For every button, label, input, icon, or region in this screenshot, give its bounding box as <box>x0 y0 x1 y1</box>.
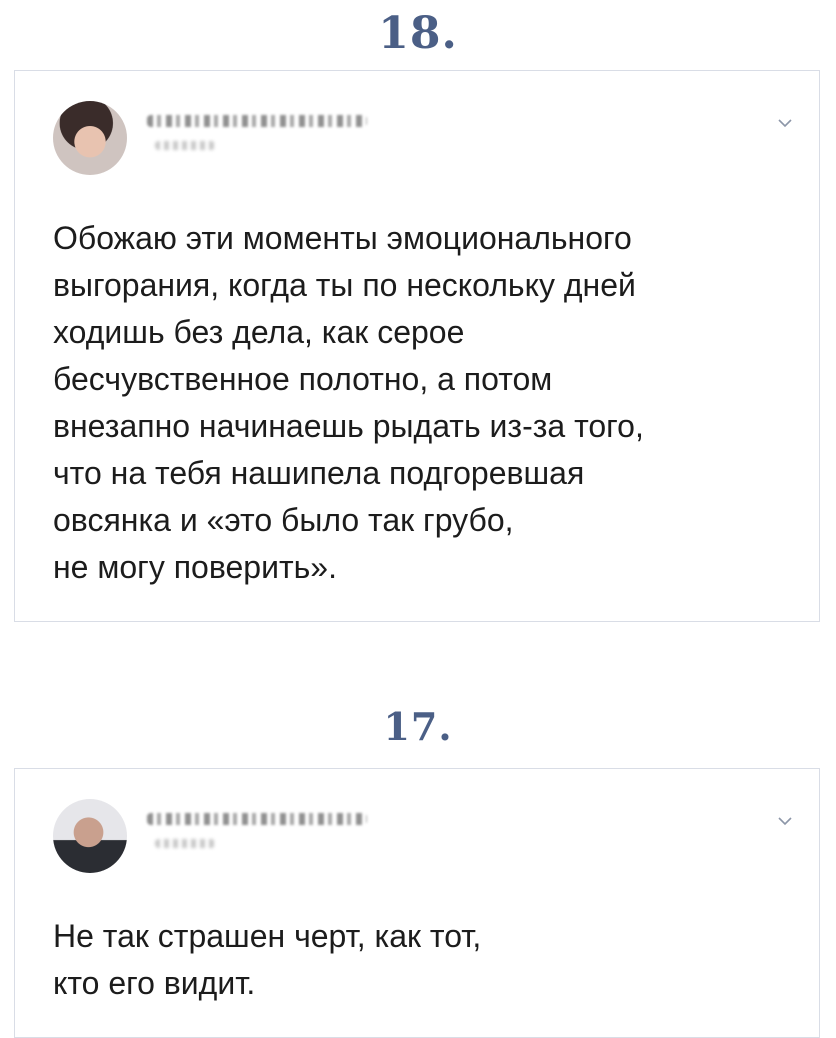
blurred-username <box>155 839 215 848</box>
tweet-text-line: что на тебя нашипела подгоревшая <box>53 455 585 491</box>
tweet-text-line: выгорания, когда ты по нескольку дней <box>53 267 636 303</box>
tweet-text-line: Не так страшен черт, как тот, <box>53 918 482 954</box>
post-number-18: 18. <box>378 8 458 59</box>
user-avatar[interactable] <box>53 799 127 873</box>
tweet-text: Обожаю эти моменты эмоционального выгора… <box>53 215 789 591</box>
tweet-text-line: овсянка и «это было так грубо, <box>53 502 514 538</box>
blurred-display-name <box>147 813 367 825</box>
blurred-display-name <box>147 115 367 127</box>
chevron-down-icon[interactable] <box>777 115 793 131</box>
blurred-username <box>155 141 215 150</box>
tweet-card: Не так страшен черт, как тот, кто его ви… <box>14 768 820 1038</box>
tweet-text-line: ходишь без дела, как серое <box>53 314 465 350</box>
tweet-text-line: внезапно начинаешь рыдать из-за того, <box>53 408 644 444</box>
chevron-down-icon[interactable] <box>777 813 793 829</box>
tweet-text: Не так страшен черт, как тот, кто его ви… <box>53 913 789 1007</box>
tweet-text-line: бесчувственное полотно, а потом <box>53 361 553 397</box>
post-number-17: 17. <box>383 704 453 749</box>
tweet-text-line: кто его видит. <box>53 965 256 1001</box>
tweet-text-line: не могу поверить». <box>53 549 337 585</box>
user-avatar[interactable] <box>53 101 127 175</box>
tweet-text-line: Обожаю эти моменты эмоционального <box>53 220 632 256</box>
tweet-card: Обожаю эти моменты эмоционального выгора… <box>14 70 820 622</box>
